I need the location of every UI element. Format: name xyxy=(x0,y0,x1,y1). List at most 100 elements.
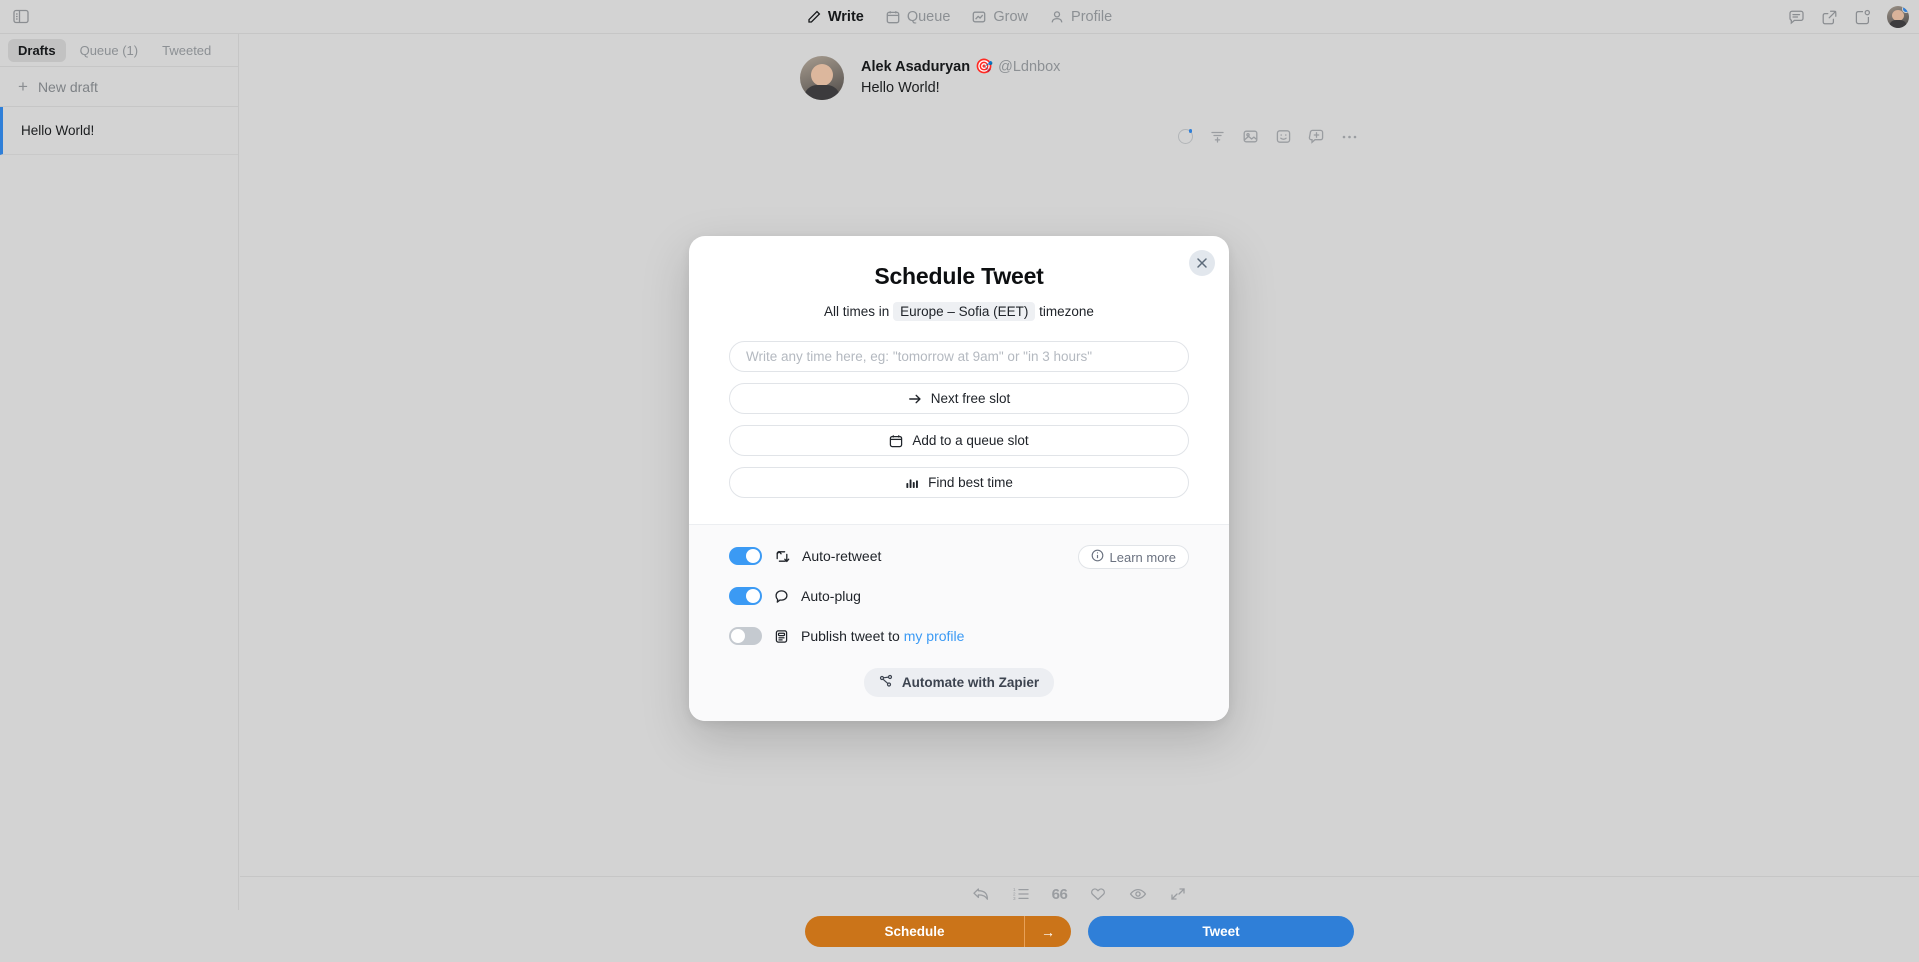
thread-add-icon[interactable] xyxy=(1209,128,1226,145)
add-to-queue-slot-label: Add to a queue slot xyxy=(912,433,1029,448)
publish-to-profile-label: Publish tweet to my profile xyxy=(801,628,964,644)
draft-title: Hello World! xyxy=(21,123,95,138)
plus-icon: + xyxy=(18,77,28,96)
quote-icon[interactable]: 66 xyxy=(1052,886,1068,903)
add-tweet-icon[interactable] xyxy=(1308,128,1325,145)
info-icon xyxy=(1091,549,1104,565)
nav-label-grow: Grow xyxy=(993,9,1029,25)
sidebar-panel-icon[interactable] xyxy=(10,6,32,28)
main-nav: Write Queue Grow Profile xyxy=(0,0,1919,34)
auto-retweet-label: Auto-retweet xyxy=(802,548,882,564)
timezone-suffix: timezone xyxy=(1039,304,1094,319)
list-item[interactable]: Hello World! xyxy=(0,107,238,155)
nav-item-write[interactable]: Write xyxy=(807,9,864,25)
auto-plug-toggle[interactable] xyxy=(729,587,762,605)
add-to-queue-slot-button[interactable]: Add to a queue slot xyxy=(729,425,1189,456)
notification-clock-icon[interactable] xyxy=(1854,9,1871,26)
profile-card-icon xyxy=(774,629,789,644)
tab-drafts[interactable]: Drafts xyxy=(8,38,66,62)
heart-icon[interactable] xyxy=(1089,886,1107,902)
expand-icon[interactable] xyxy=(1169,886,1187,902)
bottom-actions: Schedule → Tweet xyxy=(240,916,1919,947)
compose-toolbar xyxy=(1178,128,1460,145)
eye-icon[interactable] xyxy=(1129,886,1147,902)
comment-icon[interactable] xyxy=(1788,9,1805,26)
speech-bubble-icon xyxy=(774,589,789,604)
nav-item-profile[interactable]: Profile xyxy=(1050,9,1112,25)
modal-top-section: Schedule Tweet All times in Europe – Sof… xyxy=(689,236,1229,524)
nav-item-queue[interactable]: Queue xyxy=(886,9,951,25)
tab-tweeted[interactable]: Tweeted xyxy=(152,39,221,62)
page-title: Schedule Tweet xyxy=(874,263,1044,289)
learn-more-label: Learn more xyxy=(1109,549,1176,565)
compose-area: Alek Asaduryan 🎯 @Ldnbox Hello World! xyxy=(800,56,1460,145)
chart-up-icon xyxy=(972,10,986,24)
nav-label-profile: Profile xyxy=(1071,9,1113,25)
avatar[interactable] xyxy=(1887,6,1909,28)
publish-to-profile-toggle[interactable] xyxy=(729,627,762,645)
calendar-icon xyxy=(889,434,903,448)
auto-retweet-row: Auto-retweet Learn more xyxy=(729,545,1189,569)
person-icon xyxy=(1050,10,1064,24)
automate-with-zapier-button[interactable]: Automate with Zapier xyxy=(863,668,1055,697)
auto-plug-label: Auto-plug xyxy=(801,588,861,604)
bottom-bar: 1 2 3 66 Schedule → Tweet xyxy=(240,876,1919,962)
notification-badge xyxy=(1902,6,1909,13)
learn-more-button[interactable]: Learn more xyxy=(1077,545,1189,569)
find-best-time-button[interactable]: Find best time xyxy=(729,467,1189,498)
arrow-right-icon xyxy=(908,392,922,406)
zapier-nodes-icon xyxy=(879,674,893,691)
author-line: Alek Asaduryan 🎯 @Ldnbox xyxy=(861,58,1061,76)
my-profile-link[interactable]: my profile xyxy=(904,628,965,644)
nav-label-queue: Queue xyxy=(906,9,951,25)
tweet-body: Alek Asaduryan 🎯 @Ldnbox Hello World! xyxy=(861,56,1060,100)
calendar-icon xyxy=(886,10,900,24)
zapier-wrap: Automate with Zapier xyxy=(729,668,1189,697)
external-link-icon[interactable] xyxy=(1821,9,1838,26)
author-avatar xyxy=(800,56,844,100)
target-emoji-icon: 🎯 xyxy=(975,59,994,75)
reply-arrow-icon[interactable] xyxy=(972,886,990,902)
char-count-ring-icon[interactable] xyxy=(1178,129,1193,144)
next-free-slot-label: Next free slot xyxy=(930,391,1011,406)
tab-queue[interactable]: Queue (1) xyxy=(70,39,149,62)
nav-label-write: Write xyxy=(827,9,864,25)
numbered-list-icon[interactable]: 1 2 3 xyxy=(1012,886,1030,902)
left-sidebar: Drafts Queue (1) Tweeted + New draft Hel… xyxy=(0,34,239,910)
retweet-icon xyxy=(774,549,790,564)
bar-chart-icon xyxy=(905,476,919,490)
tweet-text[interactable]: Hello World! xyxy=(861,80,1060,96)
image-icon[interactable] xyxy=(1242,128,1259,145)
auto-plug-row: Auto-plug xyxy=(729,587,1189,605)
timezone-chip[interactable]: Europe – Sofia (EET) xyxy=(893,302,1036,321)
top-bar: Write Queue Grow Profile xyxy=(0,0,1919,34)
zapier-label: Automate with Zapier xyxy=(901,675,1040,690)
timezone-prefix: All times in xyxy=(824,304,890,319)
emoji-icon[interactable] xyxy=(1275,128,1292,145)
tweet-row: Alek Asaduryan 🎯 @Ldnbox Hello World! xyxy=(800,56,1460,100)
new-draft-button[interactable]: + New draft xyxy=(0,67,238,107)
author-handle: @Ldnbox xyxy=(998,58,1061,75)
author-name: Alek Asaduryan xyxy=(861,58,971,75)
find-best-time-label: Find best time xyxy=(928,475,1013,490)
more-options-icon[interactable] xyxy=(1341,134,1358,140)
close-icon[interactable] xyxy=(1189,250,1215,276)
next-free-slot-button[interactable]: Next free slot xyxy=(729,383,1189,414)
timezone-note: All times in Europe – Sofia (EET) timezo… xyxy=(729,302,1189,321)
app-root: Write Queue Grow Profile Drafts Queue (1… xyxy=(0,0,1919,962)
schedule-button[interactable]: Schedule → xyxy=(805,916,1071,947)
sidebar-tabs: Drafts Queue (1) Tweeted xyxy=(0,34,238,67)
schedule-arrow-icon[interactable]: → xyxy=(1025,916,1071,947)
nav-item-grow[interactable]: Grow xyxy=(972,9,1028,25)
schedule-label: Schedule xyxy=(805,916,1025,947)
schedule-time-input[interactable] xyxy=(729,341,1189,372)
new-draft-label: New draft xyxy=(37,78,98,95)
top-bar-actions xyxy=(1788,0,1909,34)
tweet-button[interactable]: Tweet xyxy=(1088,916,1354,947)
publish-to-profile-row: Publish tweet to my profile xyxy=(729,627,1189,645)
pencil-icon xyxy=(807,10,821,24)
auto-retweet-toggle[interactable] xyxy=(729,547,762,565)
bottom-toolbar: 1 2 3 66 xyxy=(240,877,1919,911)
svg-text:3: 3 xyxy=(1013,896,1016,901)
schedule-tweet-modal: Schedule Tweet All times in Europe – Sof… xyxy=(689,236,1229,721)
